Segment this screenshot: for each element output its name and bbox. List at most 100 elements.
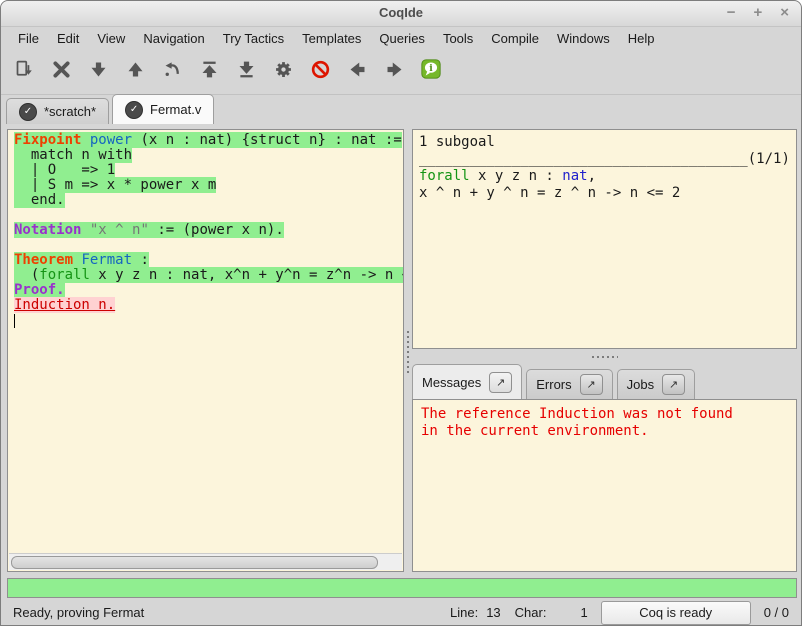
- step-forward-button[interactable]: [85, 59, 111, 85]
- window-title: CoqIde: [1, 5, 801, 20]
- tab-label: Messages: [422, 375, 481, 390]
- close-button[interactable]: ×: [780, 4, 789, 21]
- check-icon: ✓: [19, 103, 37, 121]
- step-backward-button[interactable]: [122, 59, 148, 85]
- splitter-grip-icon: [407, 331, 409, 375]
- menubar: FileEditViewNavigationTry TacticsTemplat…: [1, 27, 801, 49]
- char-value: 1: [580, 605, 587, 620]
- tab-fermat-v[interactable]: ✓ Fermat.v: [112, 94, 214, 124]
- interrupt-button[interactable]: [307, 59, 333, 85]
- code-line: Fixpoint power (x n : nat) {struct n} : …: [14, 133, 403, 148]
- code-line: | O => 1: [14, 163, 403, 178]
- scrollbar-thumb[interactable]: [11, 556, 378, 569]
- code-line: Theorem Fermat :: [14, 253, 403, 268]
- go-to-start-button[interactable]: [196, 59, 222, 85]
- maximize-button[interactable]: +: [753, 4, 762, 21]
- menu-try-tactics[interactable]: Try Tactics: [214, 28, 293, 49]
- toolbar: i: [1, 49, 801, 95]
- interrupt-icon: [310, 59, 331, 85]
- back-icon: [347, 59, 368, 85]
- tab-label: Errors: [536, 377, 571, 392]
- menu-compile[interactable]: Compile: [482, 28, 548, 49]
- forward-icon: [384, 59, 405, 85]
- about-icon: i: [420, 58, 442, 85]
- back-button[interactable]: [344, 59, 370, 85]
- char-label: Char:: [515, 605, 547, 620]
- message-tabbar: Messages ↗ Errors ↗ Jobs ↗: [412, 364, 797, 399]
- gear-icon: [273, 59, 294, 85]
- restart-button[interactable]: [270, 59, 296, 85]
- progress-counter: 0 / 0: [764, 605, 789, 620]
- detach-button[interactable]: ↗: [489, 372, 512, 393]
- code-line: match n with: [14, 148, 403, 163]
- code-line: Proof.: [14, 283, 403, 298]
- goals-panel[interactable]: 1 subgoal ______________________________…: [412, 129, 797, 349]
- goal-line: forall x y z n : nat,: [419, 168, 796, 185]
- code-editor[interactable]: Fixpoint power (x n : nat) {struct n} : …: [8, 130, 403, 554]
- tab-label: Fermat.v: [150, 102, 201, 117]
- menu-edit[interactable]: Edit: [48, 28, 88, 49]
- goto-cursor-button[interactable]: [159, 59, 185, 85]
- statusbar: Ready, proving Fermat Line: 13 Char: 1 C…: [1, 600, 801, 625]
- line-label: Line:: [450, 605, 478, 620]
- subgoal-count: 1 subgoal: [419, 134, 796, 151]
- goal-statement: forall x y z n : nat,x ^ n + y ^ n = z ^…: [419, 168, 796, 202]
- svg-text:i: i: [429, 63, 433, 74]
- go-to-end-button[interactable]: [233, 59, 259, 85]
- minimize-button[interactable]: −: [727, 4, 736, 21]
- error-message-line: The reference Induction was not found: [421, 406, 796, 423]
- code-line: [14, 208, 403, 223]
- menu-view[interactable]: View: [88, 28, 134, 49]
- save-button[interactable]: [11, 59, 37, 85]
- tab-label: Jobs: [627, 377, 654, 392]
- coq-status-button[interactable]: Coq is ready: [601, 601, 751, 625]
- go-to-end-icon: [236, 59, 257, 85]
- detach-button[interactable]: ↗: [580, 374, 603, 395]
- line-value: 13: [486, 605, 500, 620]
- editor-pane: Fixpoint power (x n : nat) {struct n} : …: [7, 129, 404, 572]
- coqide-window: CoqIde − + × FileEditViewNavigationTry T…: [0, 0, 802, 626]
- tab-jobs[interactable]: Jobs ↗: [617, 369, 695, 399]
- status-text: Ready, proving Fermat: [13, 605, 144, 620]
- goal-index: (1/1): [748, 151, 790, 167]
- close-buffer-button[interactable]: [48, 59, 74, 85]
- vertical-splitter[interactable]: [404, 129, 412, 572]
- document-tabbar: ✓ *scratch* ✓ Fermat.v: [6, 95, 214, 124]
- menu-tools[interactable]: Tools: [434, 28, 482, 49]
- tab-errors[interactable]: Errors ↗: [526, 369, 612, 399]
- code-line: Notation "x ^ n" := (power x n).: [14, 223, 403, 238]
- horizontal-splitter[interactable]: [412, 349, 797, 364]
- about-button[interactable]: i: [418, 59, 444, 85]
- menu-help[interactable]: Help: [619, 28, 664, 49]
- code-line: (forall x y z n : nat, x^n + y^n = z^n -…: [14, 268, 403, 283]
- code-line: [14, 238, 403, 253]
- step-forward-icon: [88, 59, 109, 85]
- close-icon: [51, 59, 72, 85]
- splitter-grip-icon: [592, 356, 618, 358]
- code-line: [14, 313, 403, 328]
- check-icon: ✓: [125, 101, 143, 119]
- horizontal-scrollbar[interactable]: [9, 553, 402, 570]
- save-icon: [14, 59, 35, 85]
- forward-button[interactable]: [381, 59, 407, 85]
- tab-scratch[interactable]: ✓ *scratch*: [6, 98, 109, 124]
- window-controls: − + ×: [727, 4, 789, 21]
- menu-file[interactable]: File: [9, 28, 48, 49]
- go-to-start-icon: [199, 59, 220, 85]
- goto-cursor-icon: [162, 59, 183, 85]
- menu-queries[interactable]: Queries: [370, 28, 434, 49]
- progress-bar: [7, 578, 797, 598]
- messages-panel[interactable]: The reference Induction was not foundin …: [412, 399, 797, 572]
- tab-messages[interactable]: Messages ↗: [412, 364, 522, 399]
- goal-line: x ^ n + y ^ n = z ^ n -> n <= 2: [419, 185, 796, 202]
- titlebar[interactable]: CoqIde − + ×: [1, 1, 801, 27]
- code-line: | S m => x * power x m: [14, 178, 403, 193]
- menu-windows[interactable]: Windows: [548, 28, 619, 49]
- tab-label: *scratch*: [44, 104, 96, 119]
- detach-button[interactable]: ↗: [662, 374, 685, 395]
- code-line: end.: [14, 193, 403, 208]
- goal-separator: _______________________________________(…: [419, 151, 796, 168]
- error-message-line: in the current environment.: [421, 423, 796, 440]
- menu-templates[interactable]: Templates: [293, 28, 370, 49]
- menu-navigation[interactable]: Navigation: [134, 28, 213, 49]
